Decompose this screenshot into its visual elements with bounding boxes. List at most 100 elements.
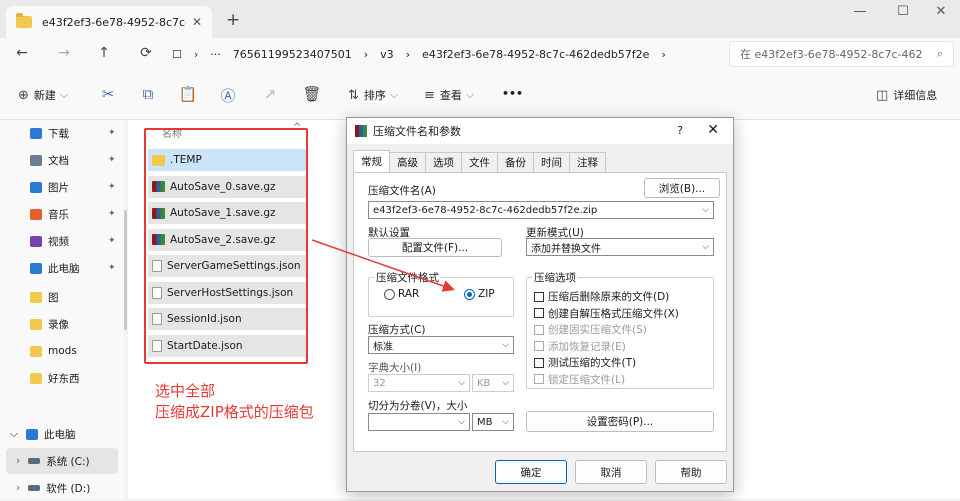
dialog-close-icon[interactable]: ✕ — [707, 122, 719, 138]
sidebar-this-pc[interactable]: ⌵ 此电脑 — [0, 421, 124, 447]
radio-circle — [384, 288, 395, 300]
ok-button[interactable]: 确定 — [495, 460, 567, 484]
option-checkbox[interactable]: 压缩后删除原来的文件(D) — [534, 289, 669, 304]
search-placeholder: 在 e43f2ef3-6e78-4952-8c7c-462 — [740, 48, 923, 61]
up-button[interactable]: ↑ — [94, 45, 114, 61]
zip-radio[interactable]: ZIP — [464, 288, 495, 300]
sidebar-item[interactable]: 音乐 ✦ — [0, 201, 124, 227]
set-password-button[interactable]: 设置密码(P)... — [526, 411, 714, 432]
sidebar-item[interactable]: 图 — [0, 284, 124, 310]
breadcrumb-more[interactable]: ··· — [210, 48, 221, 61]
new-tab-button[interactable]: + — [226, 10, 240, 30]
delete-icon[interactable]: 🗑 — [302, 85, 322, 103]
quick-access-icon — [30, 127, 42, 139]
dialog-tab[interactable]: 文件 — [461, 152, 498, 172]
address-bar[interactable]: ☐ › ··· 76561199523407501 › v3 › e43f2ef… — [172, 40, 718, 68]
share-icon[interactable]: ↗ — [260, 85, 280, 103]
general-panel: 压缩文件名(A) 浏览(B)... e43f2ef3-6e78-4952-8c7… — [353, 172, 727, 452]
help-icon[interactable]: ? — [677, 124, 683, 137]
option-checkbox[interactable]: 创建固实压缩文件(S) — [534, 322, 647, 337]
details-button[interactable]: ◫ 详细信息 — [876, 87, 937, 103]
sidebar-item[interactable]: 好东西 — [0, 365, 124, 391]
tab-close-icon[interactable]: ✕ — [192, 15, 202, 29]
help-button[interactable]: 帮助 — [655, 460, 727, 484]
sidebar-item[interactable]: 视频 ✦ — [0, 228, 124, 254]
sidebar-item[interactable]: 录像 — [0, 311, 124, 337]
pin-icon[interactable]: ✦ — [108, 182, 116, 192]
view-button[interactable]: ≡ 查看 ⌵ — [424, 87, 474, 103]
explorer-tab[interactable]: e43f2ef3-6e78-4952-8c7c-462 ✕ — [6, 6, 212, 38]
dialog-tab[interactable]: 备份 — [497, 152, 534, 172]
split-unit-value: MB — [477, 416, 493, 428]
details-label: 详细信息 — [893, 89, 938, 102]
more-options-button[interactable]: ••• — [502, 87, 523, 100]
option-checkbox[interactable]: 创建自解压格式压缩文件(X) — [534, 306, 679, 321]
chevron-right-icon[interactable]: › — [16, 455, 20, 467]
chevron-down-icon[interactable]: ⌵ — [10, 428, 18, 441]
browse-button[interactable]: 浏览(B)... — [644, 178, 720, 198]
archive-name-field[interactable]: e43f2ef3-6e78-4952-8c7c-462dedb57f2e.zip… — [368, 201, 714, 219]
new-button[interactable]: ⊕ 新建 ⌵ — [18, 87, 68, 103]
navigation-pane: 下载 ✦ 文档 ✦ 图片 ✦ 音乐 ✦ 视频 ✦ 此电脑 ✦ 图录像 mods 好东西 ⌵ 此电脑 › 系统 (C:… — [0, 120, 124, 499]
chevron-down-icon: ⌵ — [465, 88, 475, 101]
sidebar-drive[interactable]: › 软件 (D:) — [0, 475, 124, 501]
sidebar-item[interactable]: 此电脑 ✦ — [0, 255, 124, 281]
sort-icon: ⇅ — [348, 87, 359, 103]
profiles-button[interactable]: 配置文件(F)... — [368, 238, 502, 257]
dialog-tab[interactable]: 时间 — [533, 152, 570, 172]
window-close-button[interactable]: ✕ — [926, 4, 956, 19]
dict-unit-select[interactable]: KB ⌵ — [472, 374, 514, 392]
sidebar-item[interactable]: 图片 ✦ — [0, 174, 124, 200]
dict-size-select[interactable]: 32 ⌵ — [368, 374, 470, 392]
folder-icon — [30, 291, 42, 303]
sidebar-item[interactable]: 下载 ✦ — [0, 120, 124, 146]
refresh-button[interactable]: ⟳ — [136, 45, 156, 61]
breadcrumb-item[interactable]: e43f2ef3-6e78-4952-8c7c-462dedb57f2e — [422, 48, 649, 61]
dialog-tab[interactable]: 选项 — [425, 152, 462, 172]
pin-icon[interactable]: ✦ — [108, 155, 116, 165]
sidebar-scrollbar[interactable] — [124, 210, 127, 330]
cut-icon[interactable]: ✂ — [98, 85, 118, 103]
split-unit-select[interactable]: MB ⌵ — [472, 413, 514, 431]
forward-button[interactable]: → — [54, 45, 74, 61]
chevron-right-icon[interactable]: › — [16, 482, 20, 494]
maximize-button[interactable]: ☐ — [888, 4, 918, 19]
checkbox-box — [534, 324, 544, 335]
sort-button[interactable]: ⇅ 排序 ⌵ — [348, 87, 398, 103]
breadcrumb-item[interactable]: 76561199523407501 — [233, 48, 352, 61]
dialog-tab[interactable]: 高级 — [389, 152, 426, 172]
pin-icon[interactable]: ✦ — [108, 209, 116, 219]
option-checkbox[interactable]: 添加恢复记录(E) — [534, 339, 626, 354]
dialog-title: 压缩文件名和参数 — [373, 125, 461, 138]
dict-unit-value: KB — [477, 377, 491, 389]
dialog-tab[interactable]: 常规 — [353, 150, 390, 172]
drive-icon — [28, 458, 41, 464]
copy-icon[interactable]: ⧉ — [138, 85, 158, 103]
sidebar-item[interactable]: 文档 ✦ — [0, 147, 124, 173]
checkbox-box — [534, 374, 544, 384]
pin-icon[interactable]: ✦ — [108, 263, 116, 273]
rar-radio[interactable]: RAR — [384, 288, 419, 300]
rename-icon[interactable]: Ⓐ — [218, 85, 238, 106]
selection-highlight-box — [144, 128, 308, 364]
breadcrumb-item[interactable]: v3 — [380, 48, 394, 61]
annotation-line-2: 压缩成ZIP格式的压缩包 — [155, 403, 314, 421]
option-checkbox[interactable]: 测试压缩的文件(T) — [534, 355, 636, 370]
minimize-button[interactable]: — — [845, 4, 875, 19]
sidebar-item[interactable]: mods — [0, 338, 124, 364]
search-input[interactable]: 在 e43f2ef3-6e78-4952-8c7c-462 ⌕ — [729, 41, 954, 67]
update-mode-select[interactable]: 添加并替换文件 ⌵ — [526, 238, 714, 256]
dialog-tab[interactable]: 注释 — [569, 152, 606, 172]
method-select[interactable]: 标准 ⌵ — [368, 336, 514, 354]
folder-icon — [16, 13, 32, 28]
cancel-button[interactable]: 取消 — [575, 460, 647, 484]
pin-icon[interactable]: ✦ — [108, 128, 116, 138]
sidebar-item-label: 图 — [48, 291, 59, 304]
pin-icon[interactable]: ✦ — [108, 236, 116, 246]
dict-size-value: 32 — [373, 377, 386, 389]
option-checkbox[interactable]: 锁定压缩文件(L) — [534, 372, 625, 387]
split-size-input[interactable]: ⌵ — [368, 413, 470, 431]
back-button[interactable]: ← — [12, 45, 32, 61]
paste-icon[interactable]: 📋 — [178, 85, 198, 103]
sidebar-drive[interactable]: › 系统 (C:) — [6, 448, 118, 474]
